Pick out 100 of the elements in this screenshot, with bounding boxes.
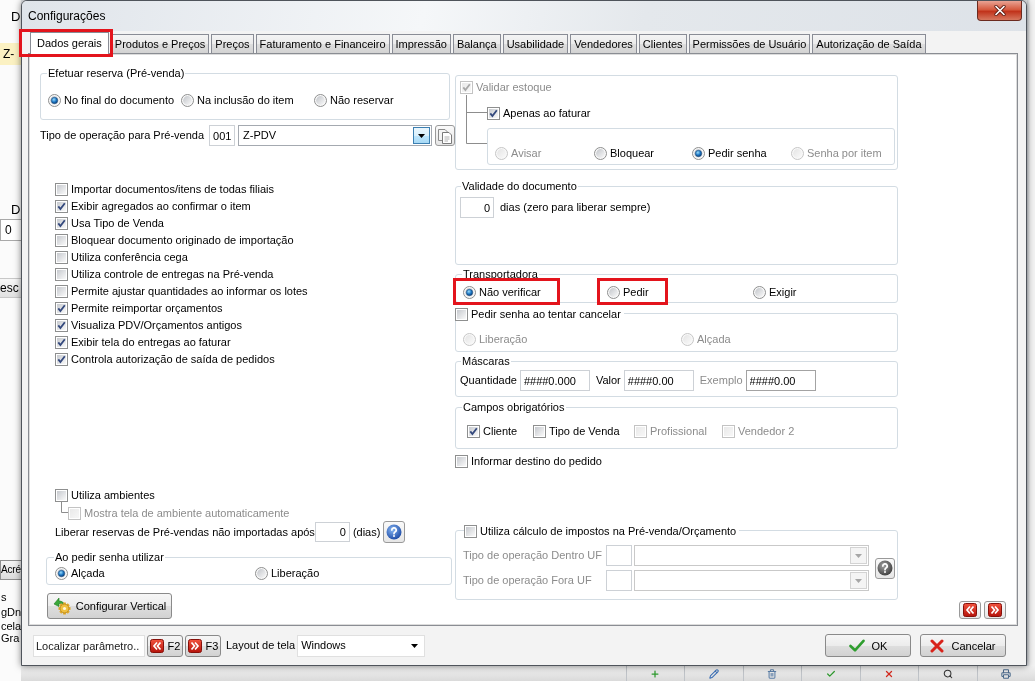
checkbox[interactable] — [55, 234, 68, 247]
checkbox[interactable] — [455, 454, 468, 468]
radio-button[interactable] — [48, 93, 61, 107]
checkbox[interactable] — [55, 336, 68, 349]
checkbox[interactable] — [55, 285, 68, 298]
checkbox[interactable] — [55, 251, 68, 264]
number-field[interactable]: 0 — [314, 522, 350, 542]
combo-box[interactable]: Windows — [297, 634, 426, 657]
checkbox[interactable] — [455, 307, 468, 321]
search-field[interactable]: Localizar parâmetro.. — [33, 634, 145, 657]
code-field[interactable] — [606, 545, 632, 566]
radio-label: Pedir — [623, 285, 649, 299]
checkbox[interactable] — [55, 268, 68, 281]
trash-icon[interactable] — [767, 668, 778, 679]
tab[interactable]: Permissões de Usuário — [688, 34, 811, 53]
combo-box[interactable]: Z-PDV — [238, 125, 433, 146]
search-icon[interactable] — [942, 668, 953, 679]
radio-button[interactable] — [314, 93, 327, 107]
tab[interactable]: Usabilidade — [502, 34, 569, 53]
radio-button[interactable] — [753, 285, 766, 299]
radio-label: Alçada — [71, 566, 105, 580]
double-chevron-left-icon — [149, 638, 164, 653]
field-label: Exemplo — [699, 374, 743, 387]
close-button[interactable] — [977, 1, 1022, 21]
field-label: Tipo de operação Fora UF — [463, 574, 593, 587]
field-label: Layout de tela — [226, 639, 296, 652]
previous-button[interactable]: F2 — [147, 634, 183, 657]
tab[interactable]: Dados gerais — [30, 32, 109, 54]
tab[interactable]: Autorização de Saída — [812, 34, 926, 53]
checkbox[interactable] — [533, 424, 546, 438]
radio-label: Pedir senha — [708, 146, 767, 160]
background-field[interactable]: Z- — [0, 43, 21, 65]
lookup-button[interactable] — [435, 125, 456, 146]
code-field[interactable] — [606, 570, 632, 591]
checkbox[interactable] — [55, 217, 68, 230]
checkbox-label: Pedir senha ao tentar cancelar — [468, 307, 624, 321]
radio-label: Exigir — [769, 285, 797, 299]
checkbox[interactable] — [55, 302, 68, 315]
background-text: s — [0, 591, 8, 603]
checkbox-label: Informar destino do pedido — [471, 454, 602, 468]
cancel-button[interactable]: Cancelar — [920, 634, 1006, 657]
code-field[interactable]: 001 — [209, 125, 236, 146]
tab[interactable]: Clientes — [638, 34, 687, 53]
number-field[interactable]: 0 — [460, 197, 494, 218]
radio-button[interactable] — [607, 285, 620, 299]
help-button[interactable] — [383, 521, 406, 543]
checkbox[interactable] — [55, 319, 68, 332]
radio-label: Liberação — [271, 566, 320, 580]
checkbox[interactable] — [487, 106, 500, 120]
radio-button[interactable] — [181, 93, 194, 107]
dropdown-button[interactable] — [413, 127, 431, 144]
checkbox[interactable] — [55, 200, 68, 213]
checkbox-label: Visualiza PDV/Orçamentos antigos — [71, 319, 242, 332]
ok-button[interactable]: OK — [825, 634, 911, 657]
mask-field[interactable]: ####0.000 — [519, 370, 590, 391]
mask-field[interactable]: ####0.00 — [623, 370, 694, 391]
check-icon[interactable] — [825, 668, 836, 679]
radio-label: No final do documento — [64, 93, 175, 107]
next-button[interactable]: F3 — [185, 634, 221, 657]
radio-button[interactable] — [692, 146, 705, 160]
help-icon — [877, 560, 893, 576]
checkbox[interactable] — [464, 524, 477, 538]
printer-icon[interactable] — [1001, 668, 1012, 679]
tab[interactable]: Vendedores — [570, 34, 637, 53]
radio-label: Não reservar — [330, 93, 394, 107]
pencil-icon[interactable] — [708, 668, 719, 679]
group-title: Efetuar reserva (Pré-venda) — [47, 67, 186, 80]
tab[interactable]: Faturamento e Financeiro — [255, 34, 390, 53]
background-label: D — [10, 202, 21, 218]
configure-button[interactable]: Configurar Vertical — [47, 593, 172, 619]
close-icon — [993, 5, 1006, 16]
radio-button[interactable] — [463, 285, 476, 299]
radio-label: Avisar — [511, 146, 542, 160]
checkbox[interactable] — [55, 353, 68, 366]
checkbox-label: Utiliza controle de entregas na Pré-venda — [71, 268, 274, 281]
tab[interactable]: Impressão — [391, 34, 451, 53]
tab[interactable]: Produtos e Preços — [110, 34, 210, 53]
group-title: Máscaras — [461, 355, 511, 368]
help-button[interactable] — [875, 557, 895, 579]
cross-icon[interactable] — [884, 668, 895, 679]
checkbox[interactable] — [467, 424, 480, 438]
checkbox[interactable] — [55, 183, 68, 196]
background-button[interactable]: Acré — [0, 560, 21, 580]
radio-button[interactable] — [55, 566, 68, 580]
tab[interactable]: Balança — [452, 34, 501, 53]
previous-button[interactable] — [959, 601, 981, 619]
help-icon — [386, 524, 403, 540]
checkbox[interactable] — [55, 488, 68, 502]
next-button[interactable] — [984, 601, 1006, 619]
checkbox-label: Usa Tipo de Venda — [71, 217, 164, 230]
checkbox-label: Validar estoque — [476, 80, 552, 94]
radio-button[interactable] — [594, 146, 607, 160]
plus-icon[interactable] — [650, 668, 661, 679]
checkbox-label: Exibir tela do entregas ao faturar — [71, 336, 231, 349]
unit-label: dias (zero para liberar sempre) — [500, 201, 651, 214]
tab[interactable]: Preços — [211, 34, 254, 53]
radio-button[interactable] — [255, 566, 268, 580]
checkbox-label: Utiliza cálculo de impostos na Pré-venda/Orçamento — [477, 524, 740, 538]
field-label: Tipo de operação para Pré-venda — [40, 129, 205, 142]
background-field[interactable]: 0 — [0, 219, 21, 241]
